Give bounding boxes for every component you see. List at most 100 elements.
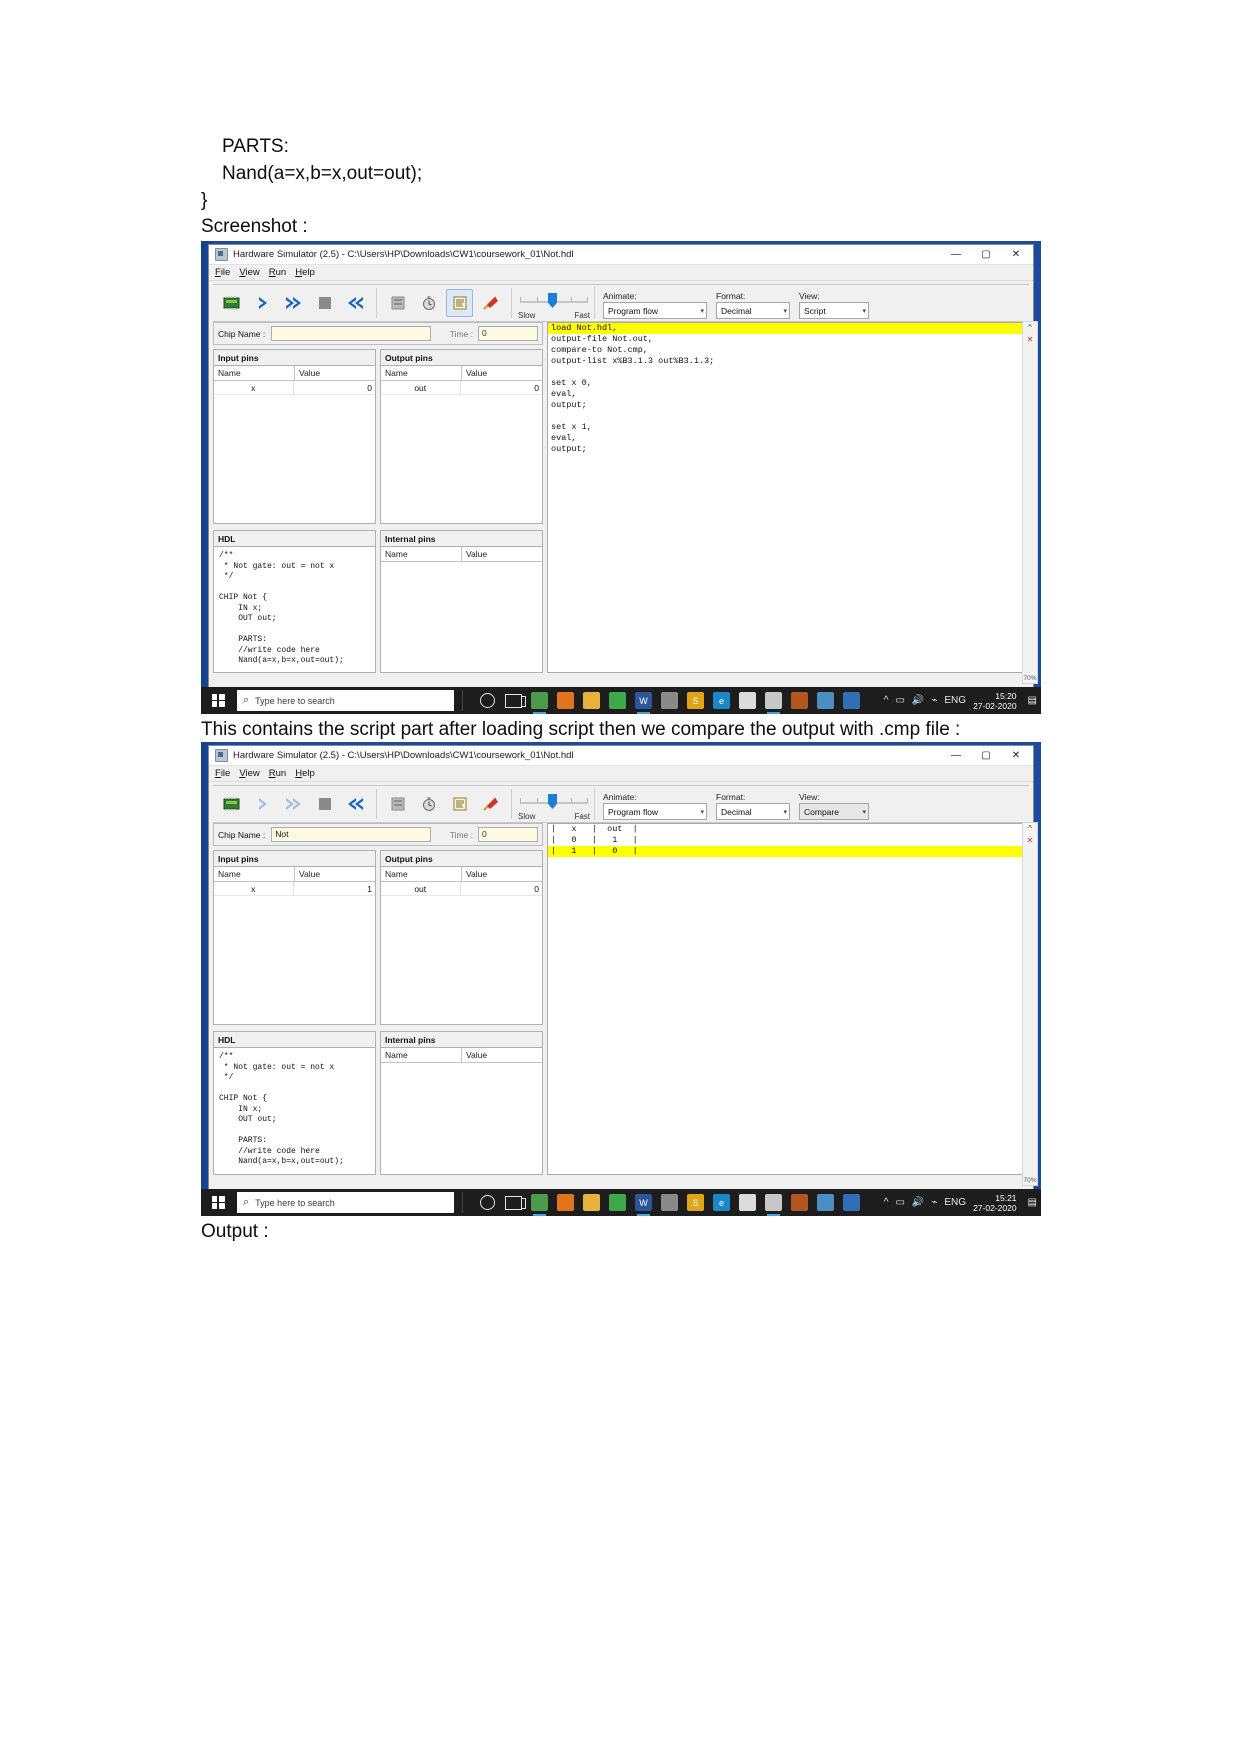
close-button[interactable]: ✕ [1001, 746, 1031, 765]
maximize-button[interactable]: ▢ [971, 746, 1001, 765]
script-pane-1[interactable]: load Not.hdl, output-file Not.out, compa… [547, 322, 1029, 673]
time-input[interactable]: 0 [478, 827, 538, 842]
volume-icon[interactable]: 🔊 [912, 695, 924, 706]
menu-view[interactable]: View [239, 267, 259, 278]
view-select[interactable]: Compare ▾ [799, 803, 869, 820]
run-icon[interactable] [280, 790, 307, 818]
clock-icon[interactable] [415, 289, 442, 317]
table-row[interactable]: out 0 [381, 882, 542, 896]
app-icon-4[interactable] [843, 692, 860, 709]
sublime-icon[interactable]: S [687, 692, 704, 709]
menu-file[interactable]: File [215, 768, 230, 779]
cortana-icon[interactable] [479, 1194, 496, 1211]
chip-name-input[interactable]: Not [271, 827, 432, 842]
speed-slider-1[interactable]: Slow Fast [518, 288, 590, 320]
hardware-simulator-icon[interactable] [765, 1194, 782, 1216]
chrome-icon[interactable] [531, 692, 548, 714]
speed-slider-2[interactable]: Slow Fast [518, 789, 590, 821]
app-icon-4[interactable] [843, 1194, 860, 1211]
table-row[interactable]: x 0 [214, 381, 375, 395]
file-explorer-icon[interactable] [583, 692, 600, 709]
start-button[interactable] [201, 1189, 235, 1216]
input-pins-body[interactable]: x 1 [214, 882, 375, 1024]
gutter-up-icon[interactable]: ^ [1023, 322, 1037, 334]
internal-pins-body[interactable] [381, 1063, 542, 1174]
chip-name-input[interactable] [271, 326, 432, 341]
utorrent-icon[interactable] [609, 692, 626, 709]
task-view-icon[interactable] [505, 692, 526, 709]
volume-icon[interactable]: 🔊 [912, 1197, 924, 1208]
gutter-up-icon[interactable]: ^ [1023, 823, 1037, 835]
output-pins-body[interactable]: out 0 [381, 882, 542, 1024]
flag-icon[interactable] [477, 289, 504, 317]
edge-icon[interactable]: e [713, 1194, 730, 1211]
format-select[interactable]: Decimal ▾ [716, 803, 790, 820]
input-pins-body[interactable]: x 0 [214, 381, 375, 523]
utorrent-icon[interactable] [609, 1194, 626, 1211]
menu-help[interactable]: Help [295, 768, 315, 779]
pin-value[interactable]: 0 [294, 381, 376, 394]
pin-value[interactable]: 1 [294, 882, 376, 895]
chip-icon[interactable] [218, 790, 245, 818]
hdl-code[interactable]: /** * Not gate: out = not x */ CHIP Not … [214, 547, 375, 672]
word-icon[interactable]: W [635, 1194, 652, 1216]
photos-icon[interactable] [739, 1194, 756, 1211]
chip-icon[interactable] [218, 289, 245, 317]
animate-select[interactable]: Program flow ▾ [603, 302, 707, 319]
table-row[interactable]: out 0 [381, 381, 542, 395]
cortana-icon[interactable] [479, 692, 496, 709]
single-step-icon[interactable] [249, 790, 276, 818]
stop-icon[interactable] [311, 790, 338, 818]
language-indicator[interactable]: ENG [944, 1197, 966, 1208]
edge-icon[interactable]: e [713, 692, 730, 709]
run-icon[interactable] [280, 289, 307, 317]
speed-slider-knob[interactable] [548, 794, 557, 809]
app-icon-2[interactable] [791, 1194, 808, 1211]
search-input[interactable]: ⌕ Type here to search [237, 1192, 454, 1213]
show-hidden-icons[interactable]: ^ [884, 1197, 889, 1208]
menu-help[interactable]: Help [295, 267, 315, 278]
notifications-icon[interactable]: ▤ [1028, 1197, 1037, 1208]
script-icon[interactable] [446, 790, 473, 818]
clock[interactable]: 15:20 27-02-2020 [973, 691, 1020, 711]
app-icon-2[interactable] [791, 692, 808, 709]
open-file-icon[interactable] [384, 289, 411, 317]
media-icon[interactable] [661, 1194, 678, 1211]
doc-gutter-1[interactable]: ^ ✕ 70% [1022, 321, 1038, 684]
close-button[interactable]: ✕ [1001, 245, 1031, 264]
open-file-icon[interactable] [384, 790, 411, 818]
chrome-icon[interactable] [531, 1194, 548, 1216]
language-indicator[interactable]: ENG [944, 695, 966, 706]
menu-file[interactable]: FFileile [215, 267, 230, 278]
speed-slider-knob[interactable] [548, 293, 557, 308]
clock[interactable]: 15:21 27-02-2020 [973, 1193, 1020, 1213]
hardware-simulator-icon[interactable] [765, 692, 782, 714]
gutter-close-icon[interactable]: ✕ [1023, 334, 1037, 346]
app-icon-3[interactable] [817, 1194, 834, 1211]
photos-icon[interactable] [739, 692, 756, 709]
animate-select[interactable]: Program flow ▾ [603, 803, 707, 820]
menu-run[interactable]: Run [269, 267, 286, 278]
notifications-icon[interactable]: ▤ [1028, 695, 1037, 706]
rewind-icon[interactable] [342, 790, 369, 818]
minimize-button[interactable]: — [941, 245, 971, 264]
gutter-close-icon[interactable]: ✕ [1023, 835, 1037, 847]
task-view-icon[interactable] [505, 1194, 526, 1211]
compare-pane-2[interactable]: | x | out | | 0 | 1 | | 1 | 0 | [547, 823, 1029, 1175]
start-button[interactable] [201, 687, 235, 714]
clock-icon[interactable] [415, 790, 442, 818]
menu-view[interactable]: View [239, 768, 259, 779]
menu-run[interactable]: Run [269, 768, 286, 779]
rewind-icon[interactable] [342, 289, 369, 317]
app-icon-3[interactable] [817, 692, 834, 709]
table-row[interactable]: x 1 [214, 882, 375, 896]
output-pins-body[interactable]: out 0 [381, 381, 542, 523]
battery-icon[interactable]: ▭ [895, 695, 904, 706]
internal-pins-body[interactable] [381, 562, 542, 672]
stop-icon[interactable] [311, 289, 338, 317]
single-step-icon[interactable] [249, 289, 276, 317]
media-icon[interactable] [661, 692, 678, 709]
doc-gutter-2[interactable]: ^ ✕ 70% [1022, 822, 1038, 1186]
show-hidden-icons[interactable]: ^ [884, 695, 889, 706]
sublime-icon[interactable]: S [687, 1194, 704, 1211]
